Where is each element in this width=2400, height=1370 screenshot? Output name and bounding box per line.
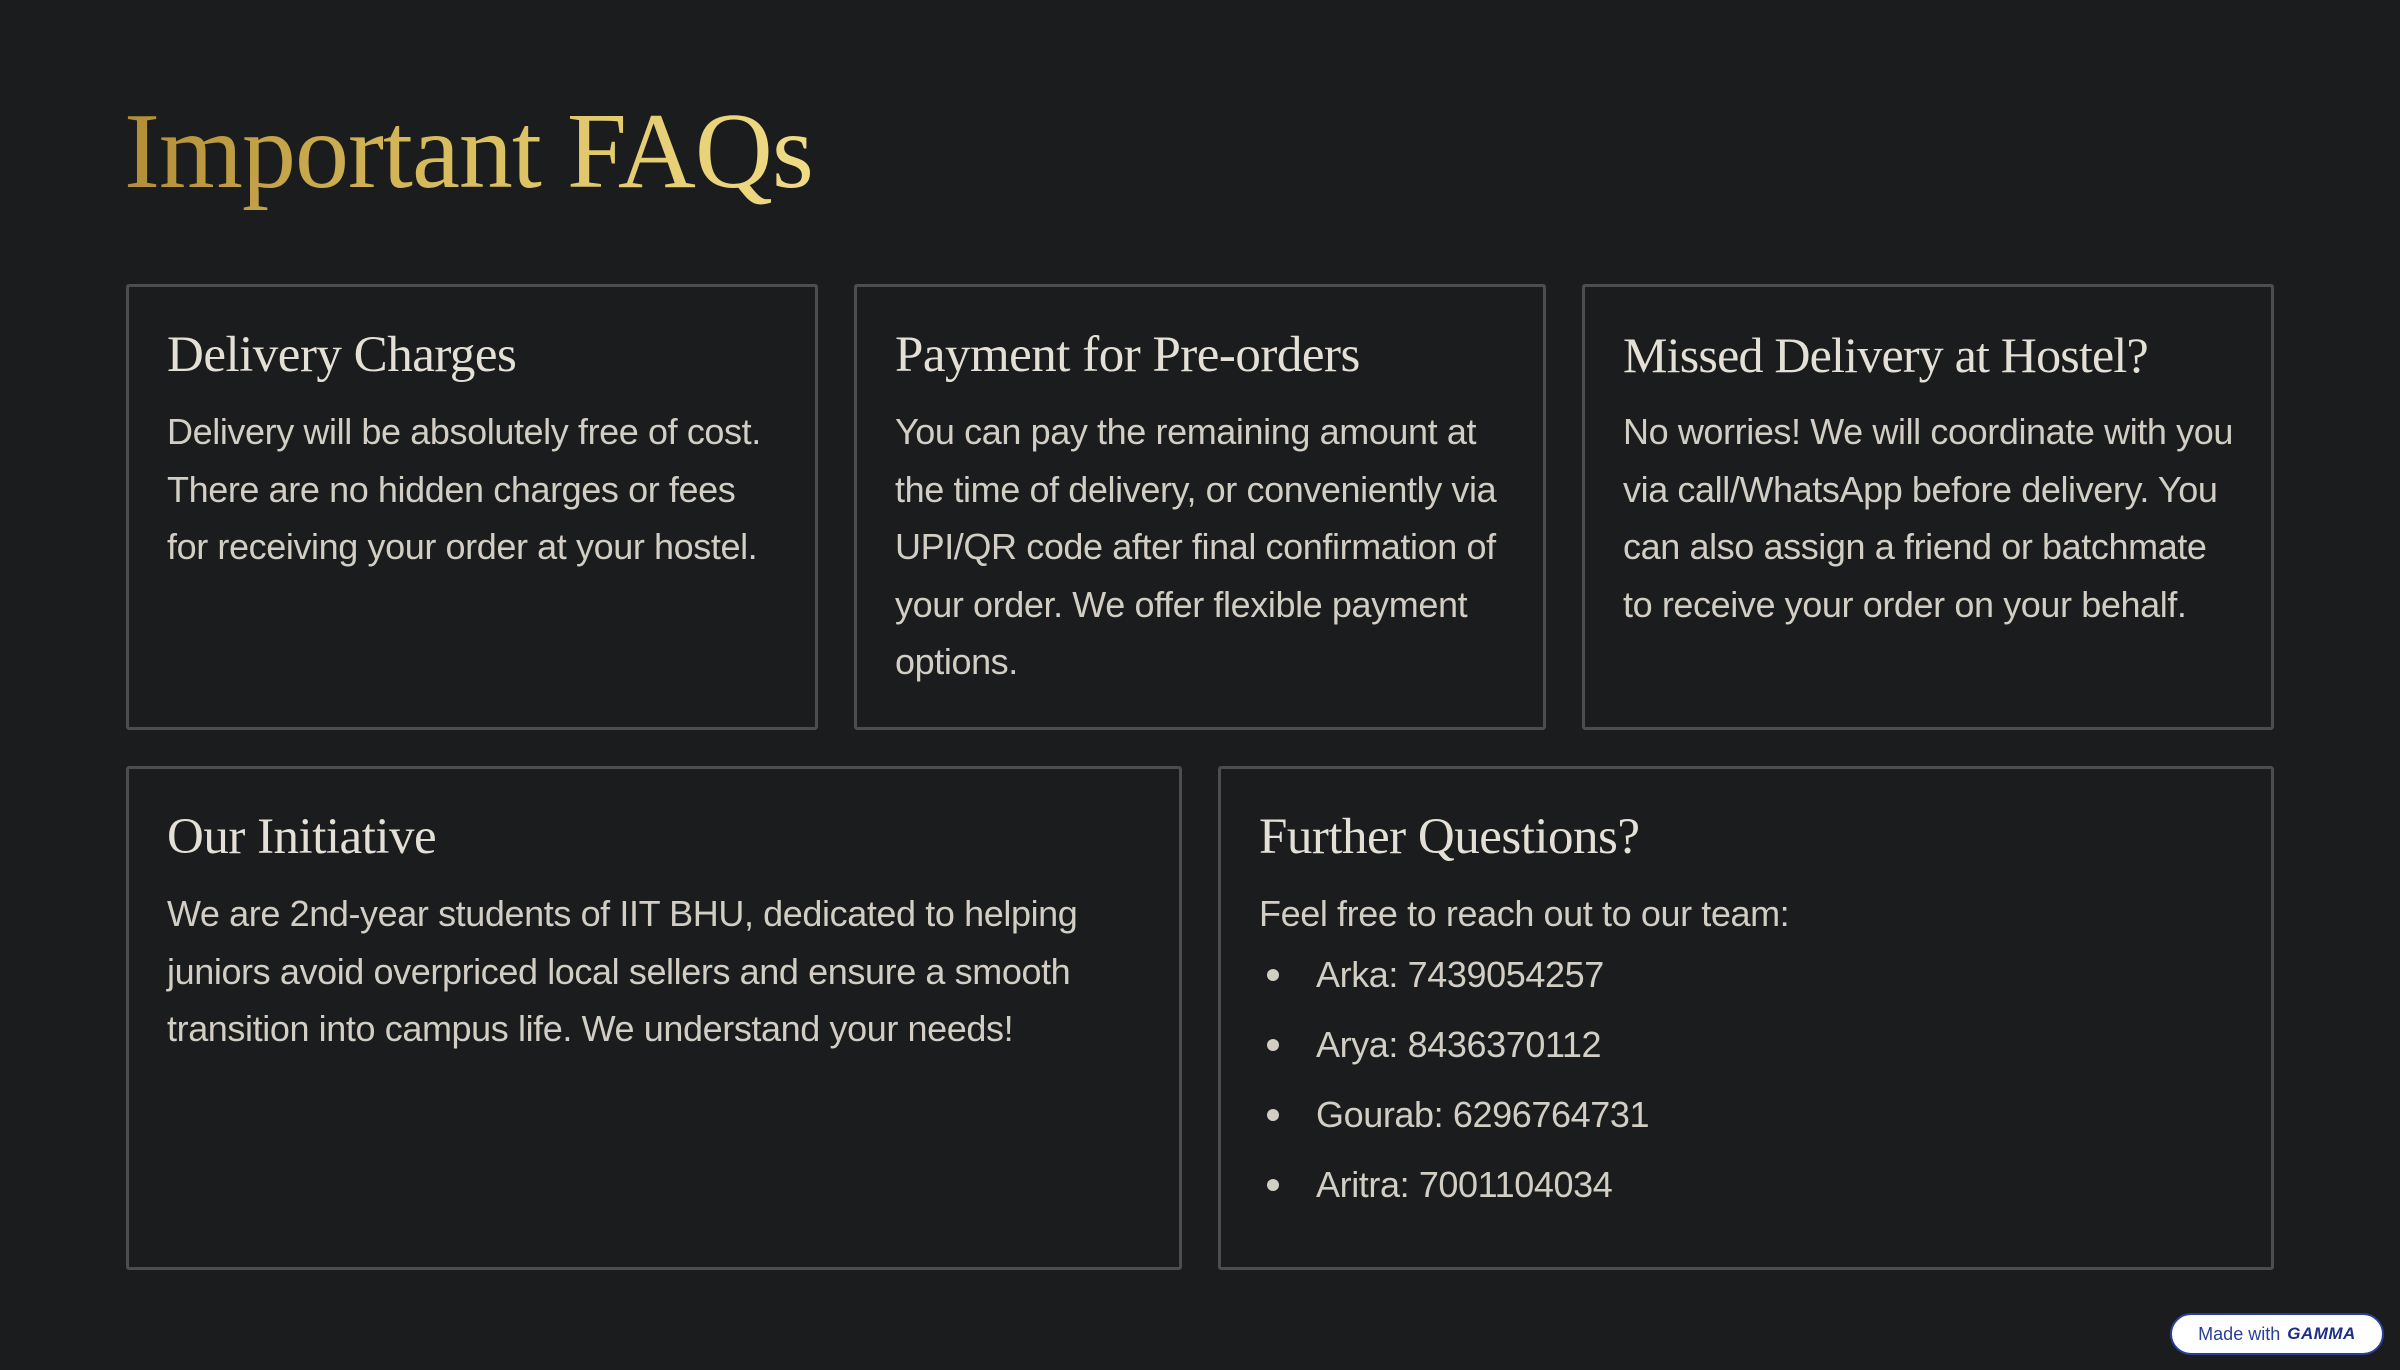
contact-text: Arya: 8436370112 [1316, 1023, 1602, 1065]
bullet-icon [1267, 1108, 1279, 1121]
contact-item: Aritra: 7001104034 [1259, 1163, 2233, 1207]
page-title: Important FAQs [124, 82, 814, 222]
card-title: Payment for Pre-orders [895, 327, 1360, 383]
faq-card-payment-preorders: Payment for Pre-orders You can pay the r… [854, 284, 1546, 730]
faq-card-further-questions: Further Questions? Feel free to reach ou… [1218, 766, 2274, 1270]
card-title: Missed Delivery at Hostel? [1623, 327, 2149, 383]
contact-item: Arka: 7439054257 [1259, 953, 2233, 997]
card-body: Feel free to reach out to our team: [1259, 893, 1790, 934]
contact-text: Arka: 7439054257 [1316, 953, 1604, 995]
badge-prefix: Made with [2198, 1323, 2281, 1344]
made-with-gamma-badge[interactable]: Made with GAMMA [2170, 1313, 2384, 1355]
faq-card-our-initiative: Our Initiative We are 2nd-year students … [126, 766, 1182, 1270]
contact-list: Arka: 7439054257 Arya: 8436370112 Gourab… [1259, 953, 2233, 1207]
faq-card-missed-delivery: Missed Delivery at Hostel? No worries! W… [1582, 284, 2274, 730]
bullet-icon [1267, 968, 1279, 981]
card-title: Further Questions? [1259, 809, 1640, 865]
bullet-icon [1267, 1038, 1279, 1051]
card-title: Delivery Charges [167, 327, 517, 383]
card-title: Our Initiative [167, 809, 437, 865]
card-body: Delivery will be absolutely free of cost… [167, 411, 761, 567]
bullet-icon [1267, 1178, 1279, 1191]
gamma-logo-icon: GAMMA [2287, 1324, 2356, 1343]
card-body: You can pay the remaining amount at the … [895, 411, 1497, 682]
contact-text: Gourab: 6296764731 [1316, 1093, 1650, 1135]
faq-card-delivery-charges: Delivery Charges Delivery will be absolu… [126, 284, 818, 730]
contact-item: Arya: 8436370112 [1259, 1023, 2233, 1067]
card-body: We are 2nd-year students of IIT BHU, ded… [167, 893, 1078, 1049]
card-body: No worries! We will coordinate with you … [1623, 411, 2233, 625]
contact-text: Aritra: 7001104034 [1316, 1163, 1613, 1205]
contact-item: Gourab: 6296764731 [1259, 1093, 2233, 1137]
